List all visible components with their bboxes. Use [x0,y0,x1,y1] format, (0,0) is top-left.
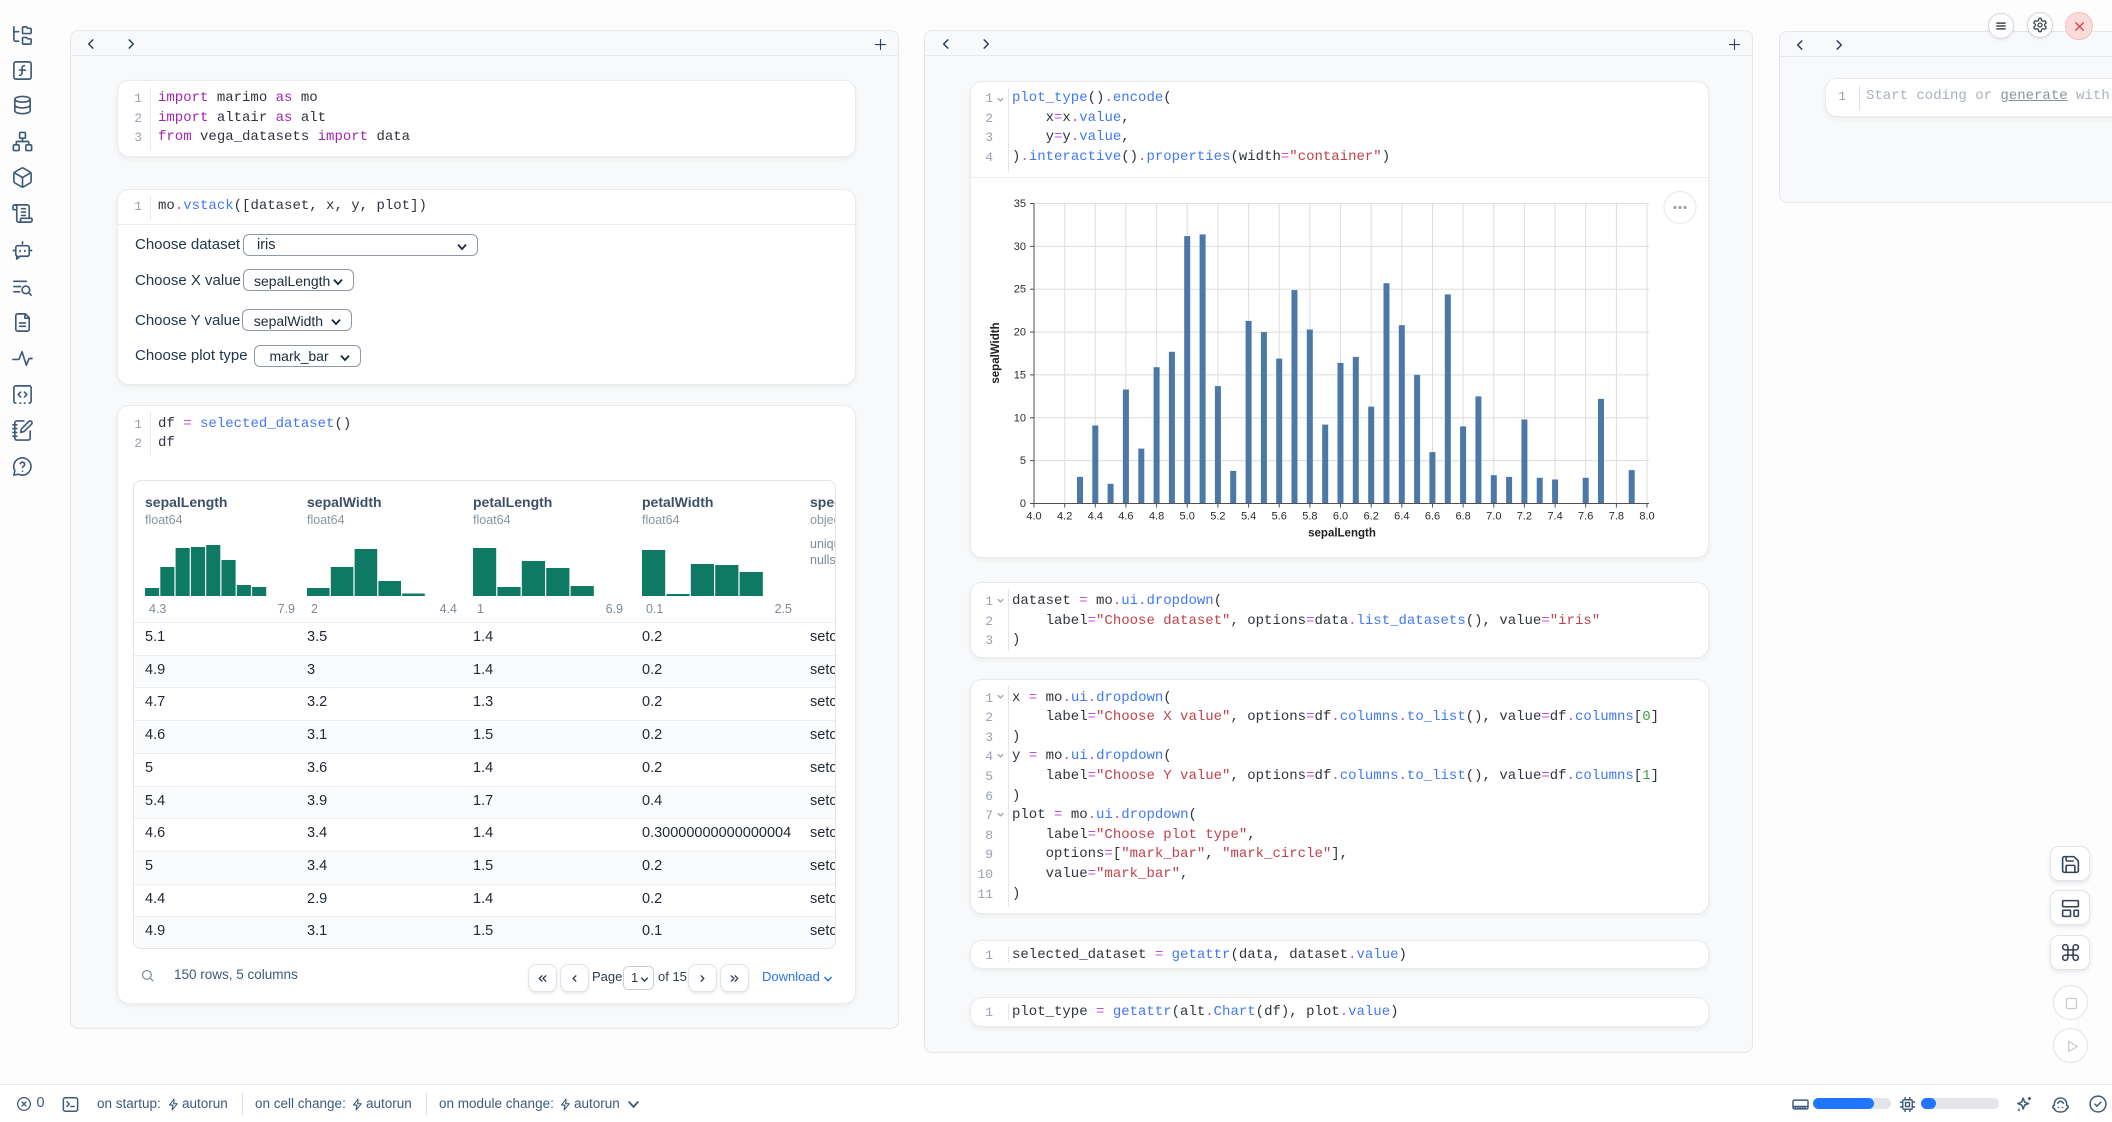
svg-text:10: 10 [1014,412,1026,424]
svg-text:5: 5 [1020,455,1026,467]
svg-text:7.4: 7.4 [1547,510,1562,522]
svg-text:7.2: 7.2 [1517,510,1532,522]
svg-text:6.0: 6.0 [1333,510,1348,522]
svg-text:4.0: 4.0 [1026,510,1041,522]
svg-text:6.8: 6.8 [1455,510,1470,522]
svg-text:5.6: 5.6 [1272,510,1287,522]
svg-text:7.6: 7.6 [1578,510,1593,522]
svg-text:0: 0 [1020,498,1026,510]
svg-text:sepalLength: sepalLength [1308,527,1376,539]
svg-text:6.2: 6.2 [1364,510,1379,522]
svg-text:20: 20 [1014,326,1026,338]
svg-text:5.4: 5.4 [1241,510,1256,522]
svg-text:8.0: 8.0 [1639,510,1654,522]
svg-text:7.0: 7.0 [1486,510,1501,522]
svg-text:25: 25 [1014,283,1026,295]
svg-text:5.2: 5.2 [1210,510,1225,522]
svg-text:6.4: 6.4 [1394,510,1409,522]
svg-text:4.8: 4.8 [1149,510,1164,522]
svg-text:35: 35 [1014,198,1026,210]
svg-text:4.6: 4.6 [1118,510,1133,522]
svg-text:5.8: 5.8 [1302,510,1317,522]
svg-text:7.8: 7.8 [1609,510,1624,522]
svg-text:15: 15 [1014,369,1026,381]
svg-text:sepalWidth: sepalWidth [990,322,1002,383]
svg-text:5.0: 5.0 [1180,510,1195,522]
svg-text:4.4: 4.4 [1088,510,1103,522]
svg-text:4.2: 4.2 [1057,510,1072,522]
svg-text:30: 30 [1014,240,1026,252]
svg-text:6.6: 6.6 [1425,510,1440,522]
